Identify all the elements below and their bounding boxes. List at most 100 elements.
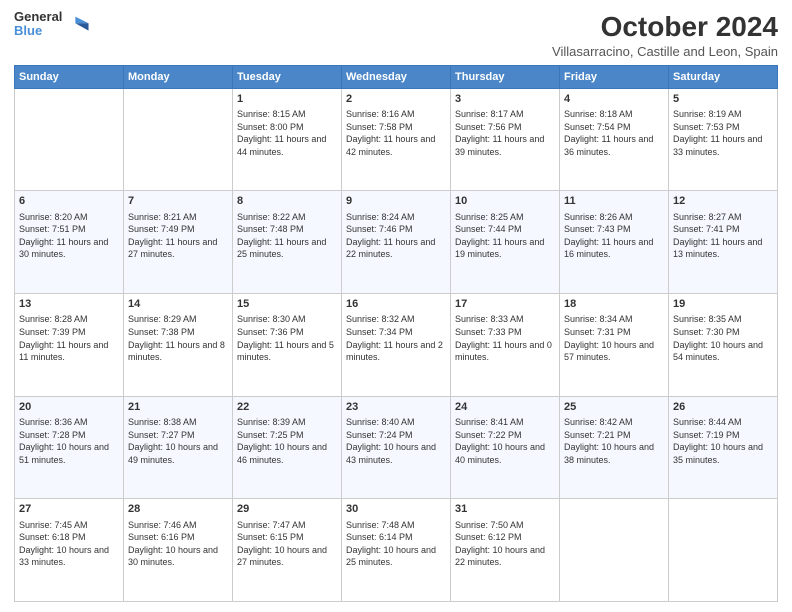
day-number: 18 [564,297,664,312]
calendar-week-row: 13Sunrise: 8:28 AM Sunset: 7:39 PM Dayli… [15,293,778,396]
day-info: Sunrise: 7:45 AM Sunset: 6:18 PM Dayligh… [19,519,119,569]
day-number: 20 [19,400,119,415]
day-number: 16 [346,297,446,312]
calendar-cell: 3Sunrise: 8:17 AM Sunset: 7:56 PM Daylig… [451,88,560,191]
day-number: 9 [346,194,446,209]
day-number: 6 [19,194,119,209]
day-number: 29 [237,502,337,517]
day-info: Sunrise: 8:41 AM Sunset: 7:22 PM Dayligh… [455,416,555,466]
calendar-cell [560,499,669,602]
day-number: 21 [128,400,228,415]
day-header-saturday: Saturday [669,65,778,88]
day-info: Sunrise: 7:48 AM Sunset: 6:14 PM Dayligh… [346,519,446,569]
day-number: 1 [237,92,337,107]
day-info: Sunrise: 7:47 AM Sunset: 6:15 PM Dayligh… [237,519,337,569]
calendar-cell: 7 Sunrise: 8:21 AM Sunset: 7:49 PM Daylig… [124,191,233,294]
day-number: 26 [673,400,773,415]
day-number: 15 [237,297,337,312]
calendar-cell: 29 Sunrise: 7:47 AM Sunset: 6:15 PM Dayli… [233,499,342,602]
day-number: 12 [673,194,773,209]
day-header-friday: Friday [560,65,669,88]
day-info: Sunrise: 8:35 AM Sunset: 7:30 PM Dayligh… [673,313,773,363]
day-number: 10 [455,194,555,209]
calendar-cell: 6Sunrise: 8:20 AM Sunset: 7:51 PM Daylig… [15,191,124,294]
subtitle: Villasarracino, Castille and Leon, Spain [552,44,778,59]
day-info: Sunrise: 8:17 AM Sunset: 7:56 PM Dayligh… [455,108,555,158]
main-title: October 2024 [552,10,778,44]
calendar-cell: 8 Sunrise: 8:22 AM Sunset: 7:48 PM Daylig… [233,191,342,294]
day-info: Sunrise: 7:46 AM Sunset: 6:16 PM Dayligh… [128,519,228,569]
day-info: Sunrise: 8:26 AM Sunset: 7:43 PM Dayligh… [564,211,664,261]
header: General Blue October 2024 Villasarracino… [14,10,778,59]
calendar-cell: 31 Sunrise: 7:50 AM Sunset: 6:12 PM Dayli… [451,499,560,602]
logo-icon [68,13,90,35]
day-info: Sunrise: 8:27 AM Sunset: 7:41 PM Dayligh… [673,211,773,261]
day-info: Sunrise: 8:25 AM Sunset: 7:44 PM Dayligh… [455,211,555,261]
day-info: Sunrise: 8:16 AM Sunset: 7:58 PM Dayligh… [346,108,446,158]
day-info: Sunrise: 8:36 AM Sunset: 7:28 PM Dayligh… [19,416,119,466]
day-info: Sunrise: 8:38 AM Sunset: 7:27 PM Dayligh… [128,416,228,466]
day-number: 31 [455,502,555,517]
day-number: 14 [128,297,228,312]
calendar-cell [124,88,233,191]
day-header-thursday: Thursday [451,65,560,88]
calendar-cell [15,88,124,191]
day-info: Sunrise: 8:19 AM Sunset: 7:53 PM Dayligh… [673,108,773,158]
calendar-cell: 2Sunrise: 8:16 AM Sunset: 7:58 PM Daylig… [342,88,451,191]
day-info: Sunrise: 8:28 AM Sunset: 7:39 PM Dayligh… [19,313,119,363]
day-number: 5 [673,92,773,107]
calendar-week-row: 1Sunrise: 8:15 AM Sunset: 8:00 PM Daylig… [15,88,778,191]
logo-line2: Blue [14,24,62,38]
day-number: 22 [237,400,337,415]
day-number: 17 [455,297,555,312]
day-info: Sunrise: 8:24 AM Sunset: 7:46 PM Dayligh… [346,211,446,261]
day-header-sunday: Sunday [15,65,124,88]
day-number: 13 [19,297,119,312]
day-number: 7 [128,194,228,209]
day-number: 8 [237,194,337,209]
logo: General Blue [14,10,90,39]
calendar-cell: 15Sunrise: 8:30 AM Sunset: 7:36 PM Dayli… [233,293,342,396]
day-info: Sunrise: 8:39 AM Sunset: 7:25 PM Dayligh… [237,416,337,466]
day-number: 19 [673,297,773,312]
day-info: Sunrise: 8:34 AM Sunset: 7:31 PM Dayligh… [564,313,664,363]
calendar-cell: 4Sunrise: 8:18 AM Sunset: 7:54 PM Daylig… [560,88,669,191]
day-info: Sunrise: 8:29 AM Sunset: 7:38 PM Dayligh… [128,313,228,363]
calendar-cell: 26Sunrise: 8:44 AM Sunset: 7:19 PM Dayli… [669,396,778,499]
day-number: 2 [346,92,446,107]
day-number: 4 [564,92,664,107]
calendar-cell: 25Sunrise: 8:42 AM Sunset: 7:21 PM Dayli… [560,396,669,499]
title-block: October 2024 Villasarracino, Castille an… [552,10,778,59]
day-number: 27 [19,502,119,517]
day-info: Sunrise: 8:18 AM Sunset: 7:54 PM Dayligh… [564,108,664,158]
calendar-table: SundayMondayTuesdayWednesdayThursdayFrid… [14,65,778,602]
day-header-wednesday: Wednesday [342,65,451,88]
day-info: Sunrise: 7:50 AM Sunset: 6:12 PM Dayligh… [455,519,555,569]
calendar-cell: 5Sunrise: 8:19 AM Sunset: 7:53 PM Daylig… [669,88,778,191]
day-info: Sunrise: 8:44 AM Sunset: 7:19 PM Dayligh… [673,416,773,466]
day-info: Sunrise: 8:21 AM Sunset: 7:49 PM Dayligh… [128,211,228,261]
calendar-cell: 14Sunrise: 8:29 AM Sunset: 7:38 PM Dayli… [124,293,233,396]
calendar-cell: 11Sunrise: 8:26 AM Sunset: 7:43 PM Dayli… [560,191,669,294]
day-number: 30 [346,502,446,517]
day-header-tuesday: Tuesday [233,65,342,88]
calendar-cell: 27 Sunrise: 7:45 AM Sunset: 6:18 PM Dayli… [15,499,124,602]
calendar-cell: 17Sunrise: 8:33 AM Sunset: 7:33 PM Dayli… [451,293,560,396]
calendar-cell: 9 Sunrise: 8:24 AM Sunset: 7:46 PM Daylig… [342,191,451,294]
calendar-cell: 19Sunrise: 8:35 AM Sunset: 7:30 PM Dayli… [669,293,778,396]
calendar-cell: 12 Sunrise: 8:27 AM Sunset: 7:41 PM Dayli… [669,191,778,294]
calendar-cell: 21Sunrise: 8:38 AM Sunset: 7:27 PM Dayli… [124,396,233,499]
day-info: Sunrise: 8:15 AM Sunset: 8:00 PM Dayligh… [237,108,337,158]
calendar-cell: 22Sunrise: 8:39 AM Sunset: 7:25 PM Dayli… [233,396,342,499]
day-info: Sunrise: 8:30 AM Sunset: 7:36 PM Dayligh… [237,313,337,363]
day-number: 24 [455,400,555,415]
day-number: 3 [455,92,555,107]
day-number: 23 [346,400,446,415]
day-info: Sunrise: 8:22 AM Sunset: 7:48 PM Dayligh… [237,211,337,261]
calendar-cell: 18Sunrise: 8:34 AM Sunset: 7:31 PM Dayli… [560,293,669,396]
calendar-cell: 10 Sunrise: 8:25 AM Sunset: 7:44 PM Dayli… [451,191,560,294]
calendar-week-row: 6Sunrise: 8:20 AM Sunset: 7:51 PM Daylig… [15,191,778,294]
day-info: Sunrise: 8:40 AM Sunset: 7:24 PM Dayligh… [346,416,446,466]
calendar-week-row: 27 Sunrise: 7:45 AM Sunset: 6:18 PM Dayli… [15,499,778,602]
day-number: 25 [564,400,664,415]
